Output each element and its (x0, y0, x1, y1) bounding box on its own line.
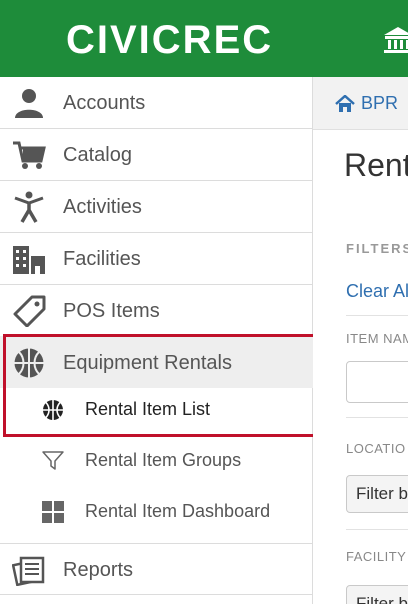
cart-icon (13, 141, 46, 169)
item-name-label: ITEM NAM (346, 331, 408, 346)
sidebar-item-label: POS Items (63, 300, 160, 322)
basketball-icon (14, 348, 44, 378)
person-icon (15, 89, 43, 118)
facility-select[interactable]: Filter b (346, 585, 408, 604)
activity-figure-icon (14, 191, 44, 223)
sidebar-item-equipment-rentals[interactable]: Equipment Rentals (0, 337, 313, 389)
sidebar-subitem-rental-item-dashboard[interactable]: Rental Item Dashboard (0, 486, 313, 536)
tag-icon (13, 295, 46, 327)
breadcrumb: BPR (313, 77, 408, 130)
sidebar-item-accounts[interactable]: Accounts (0, 77, 313, 129)
filters-heading: FILTERS (346, 241, 408, 256)
sidebar-subitem-label: Rental Item Groups (85, 450, 242, 470)
basketball-icon (43, 400, 63, 420)
breadcrumb-link[interactable]: BPR (361, 92, 398, 114)
sidebar-item-label: Activities (63, 196, 142, 218)
sidebar-item-catalog[interactable]: Catalog (0, 129, 313, 181)
sidebar-item-label: Equipment Rentals (63, 352, 232, 374)
location-label: LOCATIO (346, 441, 406, 456)
home-icon[interactable] (335, 95, 355, 113)
page-title: Rent (344, 147, 408, 183)
sidebar-item-label: Facilities (63, 248, 141, 270)
app-logo[interactable]: CIVICREC (66, 18, 273, 62)
sidebar-item-label: Accounts (63, 92, 146, 114)
facility-label: FACILITY (346, 549, 407, 564)
sidebar-item-pos-items[interactable]: POS Items (0, 285, 313, 337)
sidebar-item-facilities[interactable]: Facilities (0, 233, 313, 285)
buildings-icon (13, 246, 45, 274)
main-content: BPR Rent FILTERS Clear Al ITEM NAM LOCAT… (313, 77, 408, 604)
sidebar-item-label: Reports (63, 559, 134, 581)
sidebar-subitem-rental-item-groups[interactable]: Rental Item Groups (0, 435, 313, 485)
filter-icon (42, 451, 64, 470)
sidebar-item-reports[interactable]: Reports (0, 543, 313, 595)
item-name-input[interactable] (346, 361, 408, 403)
clear-all-link[interactable]: Clear Al (346, 281, 408, 302)
divider (346, 417, 408, 418)
divider (346, 315, 408, 316)
sidebar-subitem-label: Rental Item Dashboard (85, 501, 271, 521)
sidebar-subitem-rental-item-list[interactable]: Rental Item List (0, 384, 313, 434)
top-bar: CIVICREC (0, 0, 408, 77)
dashboard-grid-icon (42, 501, 64, 523)
sidebar-nav: Accounts Catalog Activities Facilities P… (0, 77, 313, 604)
reports-icon (12, 556, 45, 586)
institution-icon[interactable] (383, 26, 408, 54)
sidebar-item-label: Catalog (63, 144, 132, 166)
divider (346, 529, 408, 530)
location-select[interactable]: Filter b (346, 475, 408, 513)
sidebar-item-activities[interactable]: Activities (0, 181, 313, 233)
sidebar-subitem-label: Rental Item List (85, 399, 211, 419)
